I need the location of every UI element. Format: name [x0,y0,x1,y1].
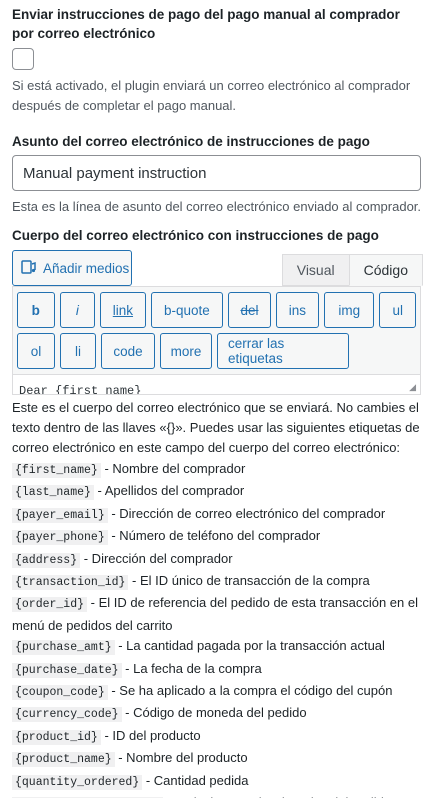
email-tag-item: {currency_code} - Código de moneda del p… [12,703,423,725]
email-tag-description: - Se ha aplicado a la compra el código d… [107,683,393,699]
email-tag-list: {first_name} - Nombre del comprador {last… [12,459,423,798]
qt-li-button[interactable]: li [60,333,96,369]
qt-italic-button[interactable]: i [59,292,96,328]
qt-ul-button[interactable]: ul [379,292,416,328]
manual-email-checkbox[interactable] [12,48,34,70]
email-tag-code: {coupon_code} [12,685,108,701]
email-tag-code: {product_id} [12,729,101,745]
email-tag-item: {purchase_amt} - La cantidad pagada por … [12,636,423,658]
email-tag-item: {order_id} - El ID de referencia del ped… [12,593,423,636]
email-tag-code: {payer_email} [12,507,108,523]
email-tag-description: - Dirección del comprador [80,550,233,566]
email-tag-code: {product_name} [12,752,115,768]
email-tag-description: - Número de teléfono del comprador [107,528,321,544]
email-tag-item: {payer_email} - Dirección de correo elec… [12,504,423,526]
email-tag-item: {last_name} - Apellidos del comprador [12,481,423,503]
qt-code-button[interactable]: code [101,333,155,369]
email-tag-description: - Apellidos del comprador [93,483,245,499]
email-tag-description: - La fecha de la compra [121,660,262,676]
email-tag-description: - Dirección de correo electrónico del co… [107,505,386,521]
email-tag-code: {transaction_id} [12,575,129,591]
add-media-icon [21,259,37,278]
qt-img-button[interactable]: img [324,292,375,328]
email-tag-item: {selected_variations} - Variaciones sele… [12,793,423,798]
tab-visual[interactable]: Visual [281,254,349,286]
quicktags-toolbar: b i link b-quote del ins img ul ol li co… [12,286,421,395]
email-tag-item: {first_name} - Nombre del comprador [12,459,423,481]
email-tag-item: {purchase_date} - La fecha de la compra [12,659,423,681]
qt-ol-button[interactable]: ol [17,333,55,369]
email-tag-item: {payer_phone} - Número de teléfono del c… [12,526,423,548]
email-tag-item: {coupon_code} - Se ha aplicado a la comp… [12,681,423,703]
email-tag-description: - Nombre del comprador [100,461,246,476]
email-tag-code: {purchase_date} [12,662,122,678]
email-tag-code: {first_name} [12,463,101,478]
body-heading: Cuerpo del correo electrónico con instru… [12,228,379,243]
tab-code[interactable]: Código [348,254,423,286]
email-tag-code: {address} [12,552,81,568]
manual-email-heading: Enviar instrucciones de pago del pago ma… [12,7,400,41]
subject-input[interactable] [12,155,421,191]
email-tag-code: {quantity_ordered} [12,774,143,790]
qt-ins-button[interactable]: ins [275,292,320,328]
qt-bold-button[interactable]: b [17,292,55,328]
body-description: Este es el cuerpo del correo electrónico… [12,400,420,455]
qt-del-button[interactable]: del [228,292,271,328]
qt-bquote-button[interactable]: b-quote [150,292,224,328]
email-tag-code: {currency_code} [12,707,122,723]
email-tag-description: - Código de moneda del pedido [121,705,307,721]
email-tag-description: - ID del producto [100,727,201,743]
email-tag-item: {product_name} - Nombre del producto [12,748,423,770]
email-tag-code: {order_id} [12,597,88,613]
email-tag-description: - El ID único de transacción de la compr… [128,573,370,589]
qt-more-button[interactable]: more [160,333,212,369]
qt-link-button[interactable]: link [100,292,146,328]
qt-close-tags-button[interactable]: cerrar las etiquetas [217,333,349,369]
body-textarea-content: Dear {first_name} [19,384,142,394]
body-textarea[interactable]: Dear {first_name} ◢ [13,374,420,394]
email-tag-item: {quantity_ordered} - Cantidad pedida [12,771,423,793]
resize-handle-icon[interactable]: ◢ [409,382,416,393]
add-media-button[interactable]: Añadir medios [12,250,132,286]
manual-email-description: Si está activado, el plugin enviará un c… [12,78,411,113]
subject-heading: Asunto del correo electrónico de instruc… [12,134,370,149]
email-tag-item: {product_id} - ID del producto [12,726,423,748]
email-tag-code: {last_name} [12,485,94,501]
add-media-label: Añadir medios [43,260,130,276]
email-tag-code: {purchase_amt} [12,640,115,656]
email-tag-item: {transaction_id} - El ID único de transa… [12,571,423,593]
email-tag-description: - Nombre del producto [114,750,248,766]
email-tag-description: - La cantidad pagada por la transacción … [114,638,385,654]
subject-description: Esta es la línea de asunto del correo el… [12,199,422,214]
email-tag-description: - Cantidad pedida [142,772,249,788]
email-tag-code: {payer_phone} [12,530,108,546]
email-tag-item: {address} - Dirección del comprador [12,549,423,571]
